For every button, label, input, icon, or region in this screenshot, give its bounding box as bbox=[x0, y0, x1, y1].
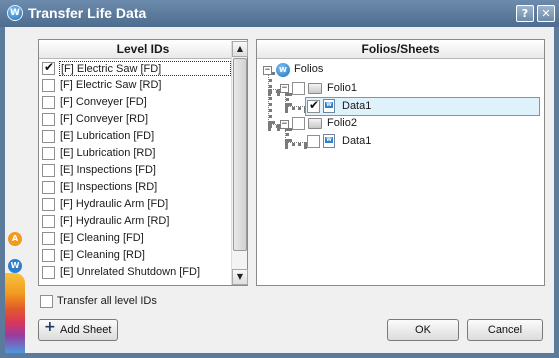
level-id-item[interactable]: ✔ [F] Electric Saw [FD] bbox=[39, 60, 231, 77]
checkmark-icon: ✔ bbox=[309, 98, 320, 112]
tree-connector bbox=[285, 142, 307, 146]
weibull-app-icon: W bbox=[8, 259, 22, 273]
level-id-checkbox[interactable]: ✔ bbox=[42, 60, 55, 75]
level-id-item[interactable]: [E] Unrelated Shutdown [FD] bbox=[39, 264, 231, 281]
level-id-label[interactable]: [F] Hydraulic Arm [RD] bbox=[59, 214, 231, 229]
level-id-item[interactable]: [E] Lubrication [FD] bbox=[39, 128, 231, 145]
level-id-checkbox[interactable] bbox=[42, 198, 55, 211]
close-button[interactable]: ✕ bbox=[537, 5, 555, 22]
level-ids-header: Level IDs bbox=[39, 40, 247, 59]
title-bar[interactable]: W Transfer Life Data ? ✕ bbox=[0, 0, 559, 27]
folio1-checkbox[interactable] bbox=[292, 82, 305, 95]
folio2-checkbox[interactable] bbox=[292, 117, 305, 130]
folios-tree: − W Folios − Folio1 ✔ W Data1 − Folio2 W… bbox=[257, 60, 544, 284]
scroll-down-arrow-icon[interactable]: ▼ bbox=[232, 269, 248, 285]
level-id-checkbox[interactable] bbox=[42, 79, 55, 92]
add-sheet-button[interactable]: + Add Sheet bbox=[38, 319, 118, 341]
tree-connector bbox=[268, 124, 280, 128]
level-id-label[interactable]: [E] Inspections [FD] bbox=[59, 163, 231, 178]
alta-app-icon: A bbox=[8, 232, 22, 246]
selected-row-highlight bbox=[305, 97, 540, 116]
level-ids-list: ✔ [F] Electric Saw [FD] [F] Electric Saw [… bbox=[39, 60, 231, 286]
level-id-checkbox[interactable] bbox=[42, 249, 55, 262]
tree-connector bbox=[268, 72, 272, 124]
level-id-item[interactable]: [F] Conveyer [FD] bbox=[39, 94, 231, 111]
level-ids-scrollbar[interactable]: ▲ ▼ bbox=[231, 41, 248, 285]
folios-sheets-header: Folios/Sheets bbox=[257, 40, 544, 59]
transfer-all-checkbox[interactable] bbox=[40, 295, 53, 308]
level-id-checkbox[interactable] bbox=[42, 181, 55, 194]
transfer-all-label[interactable]: Transfer all level IDs bbox=[57, 295, 157, 307]
level-id-label[interactable]: [E] Inspections [RD] bbox=[59, 180, 231, 195]
level-id-label[interactable]: [F] Electric Saw [RD] bbox=[59, 78, 231, 93]
add-sheet-label: Add Sheet bbox=[60, 324, 112, 336]
side-rail: A W bbox=[5, 27, 25, 353]
cancel-button[interactable]: Cancel bbox=[467, 319, 543, 341]
level-id-item[interactable]: [E] Lubrication [RD] bbox=[39, 145, 231, 162]
level-id-label[interactable]: [E] Unrelated Shutdown [FD] bbox=[59, 265, 231, 280]
level-id-checkbox[interactable] bbox=[42, 96, 55, 109]
scroll-thumb[interactable] bbox=[233, 58, 247, 251]
folder-icon bbox=[308, 118, 322, 129]
scroll-up-arrow-icon[interactable]: ▲ bbox=[232, 41, 248, 57]
collapse-root-icon[interactable]: − bbox=[263, 66, 272, 75]
folios-root-icon: W bbox=[276, 63, 290, 77]
checkmark-icon: ✔ bbox=[44, 60, 55, 74]
level-id-checkbox[interactable] bbox=[42, 215, 55, 228]
tree-connector bbox=[285, 106, 307, 110]
data-sheet-icon: W bbox=[323, 134, 335, 148]
level-id-label[interactable]: [F] Hydraulic Arm [FD] bbox=[59, 197, 231, 212]
plus-icon: + bbox=[44, 319, 56, 335]
folio1-data1-label[interactable]: Data1 bbox=[342, 99, 371, 114]
ok-button[interactable]: OK bbox=[387, 319, 459, 341]
tree-connector bbox=[285, 93, 289, 106]
data-sheet-icon: W bbox=[323, 99, 335, 113]
level-id-checkbox[interactable] bbox=[42, 266, 55, 279]
folio1-label[interactable]: Folio1 bbox=[327, 81, 357, 96]
level-id-checkbox[interactable] bbox=[42, 164, 55, 177]
level-id-item[interactable]: [F] Conveyer [RD] bbox=[39, 111, 231, 128]
color-strip bbox=[5, 273, 25, 353]
level-id-label[interactable]: [E] Cleaning [RD] bbox=[59, 248, 231, 263]
help-button[interactable]: ? bbox=[516, 5, 534, 22]
level-id-label[interactable]: [F] Conveyer [RD] bbox=[59, 112, 231, 127]
collapse-folio1-icon[interactable]: − bbox=[280, 84, 289, 93]
folio2-data1-label[interactable]: Data1 bbox=[342, 134, 371, 149]
level-id-checkbox[interactable] bbox=[42, 113, 55, 126]
level-id-label[interactable]: [E] Lubrication [RD] bbox=[59, 146, 231, 161]
level-id-item[interactable]: [E] Cleaning [FD] bbox=[39, 230, 231, 247]
tree-connector bbox=[268, 89, 280, 93]
level-id-item[interactable]: [F] Electric Saw [RD] bbox=[39, 77, 231, 94]
level-id-label[interactable]: [F] Conveyer [FD] bbox=[59, 95, 231, 110]
level-id-label[interactable]: [F] Electric Saw [FD] bbox=[59, 61, 231, 76]
collapse-folio2-icon[interactable]: − bbox=[280, 120, 289, 129]
folio2-label[interactable]: Folio2 bbox=[327, 116, 357, 131]
folio2-data1-checkbox[interactable] bbox=[307, 135, 320, 148]
level-id-item[interactable]: [F] Hydraulic Arm [FD] bbox=[39, 196, 231, 213]
level-id-item[interactable]: [F] Hydraulic Arm [RD] bbox=[39, 213, 231, 230]
level-id-label[interactable]: [E] Cleaning [FD] bbox=[59, 231, 231, 246]
level-id-label[interactable]: [E] Lubrication [FD] bbox=[59, 129, 231, 144]
weibull-logo-icon: W bbox=[7, 5, 23, 21]
folios-sheets-panel: Folios/Sheets − W Folios − Folio1 ✔ W Da… bbox=[256, 39, 545, 286]
folder-icon bbox=[308, 83, 322, 94]
level-id-checkbox[interactable] bbox=[42, 130, 55, 143]
tree-connector bbox=[285, 128, 289, 142]
level-id-item[interactable]: [E] Inspections [RD] bbox=[39, 179, 231, 196]
tree-root-label[interactable]: Folios bbox=[294, 62, 323, 77]
window-title: Transfer Life Data bbox=[28, 5, 147, 21]
level-id-checkbox[interactable] bbox=[42, 232, 55, 245]
level-id-item[interactable]: [E] Cleaning [RD] bbox=[39, 247, 231, 264]
level-id-checkbox[interactable] bbox=[42, 147, 55, 160]
level-ids-panel: Level IDs ✔ [F] Electric Saw [FD] [F] Elec… bbox=[38, 39, 248, 286]
level-id-item[interactable]: [E] Inspections [FD] bbox=[39, 162, 231, 179]
folio1-data1-checkbox[interactable]: ✔ bbox=[307, 98, 320, 113]
